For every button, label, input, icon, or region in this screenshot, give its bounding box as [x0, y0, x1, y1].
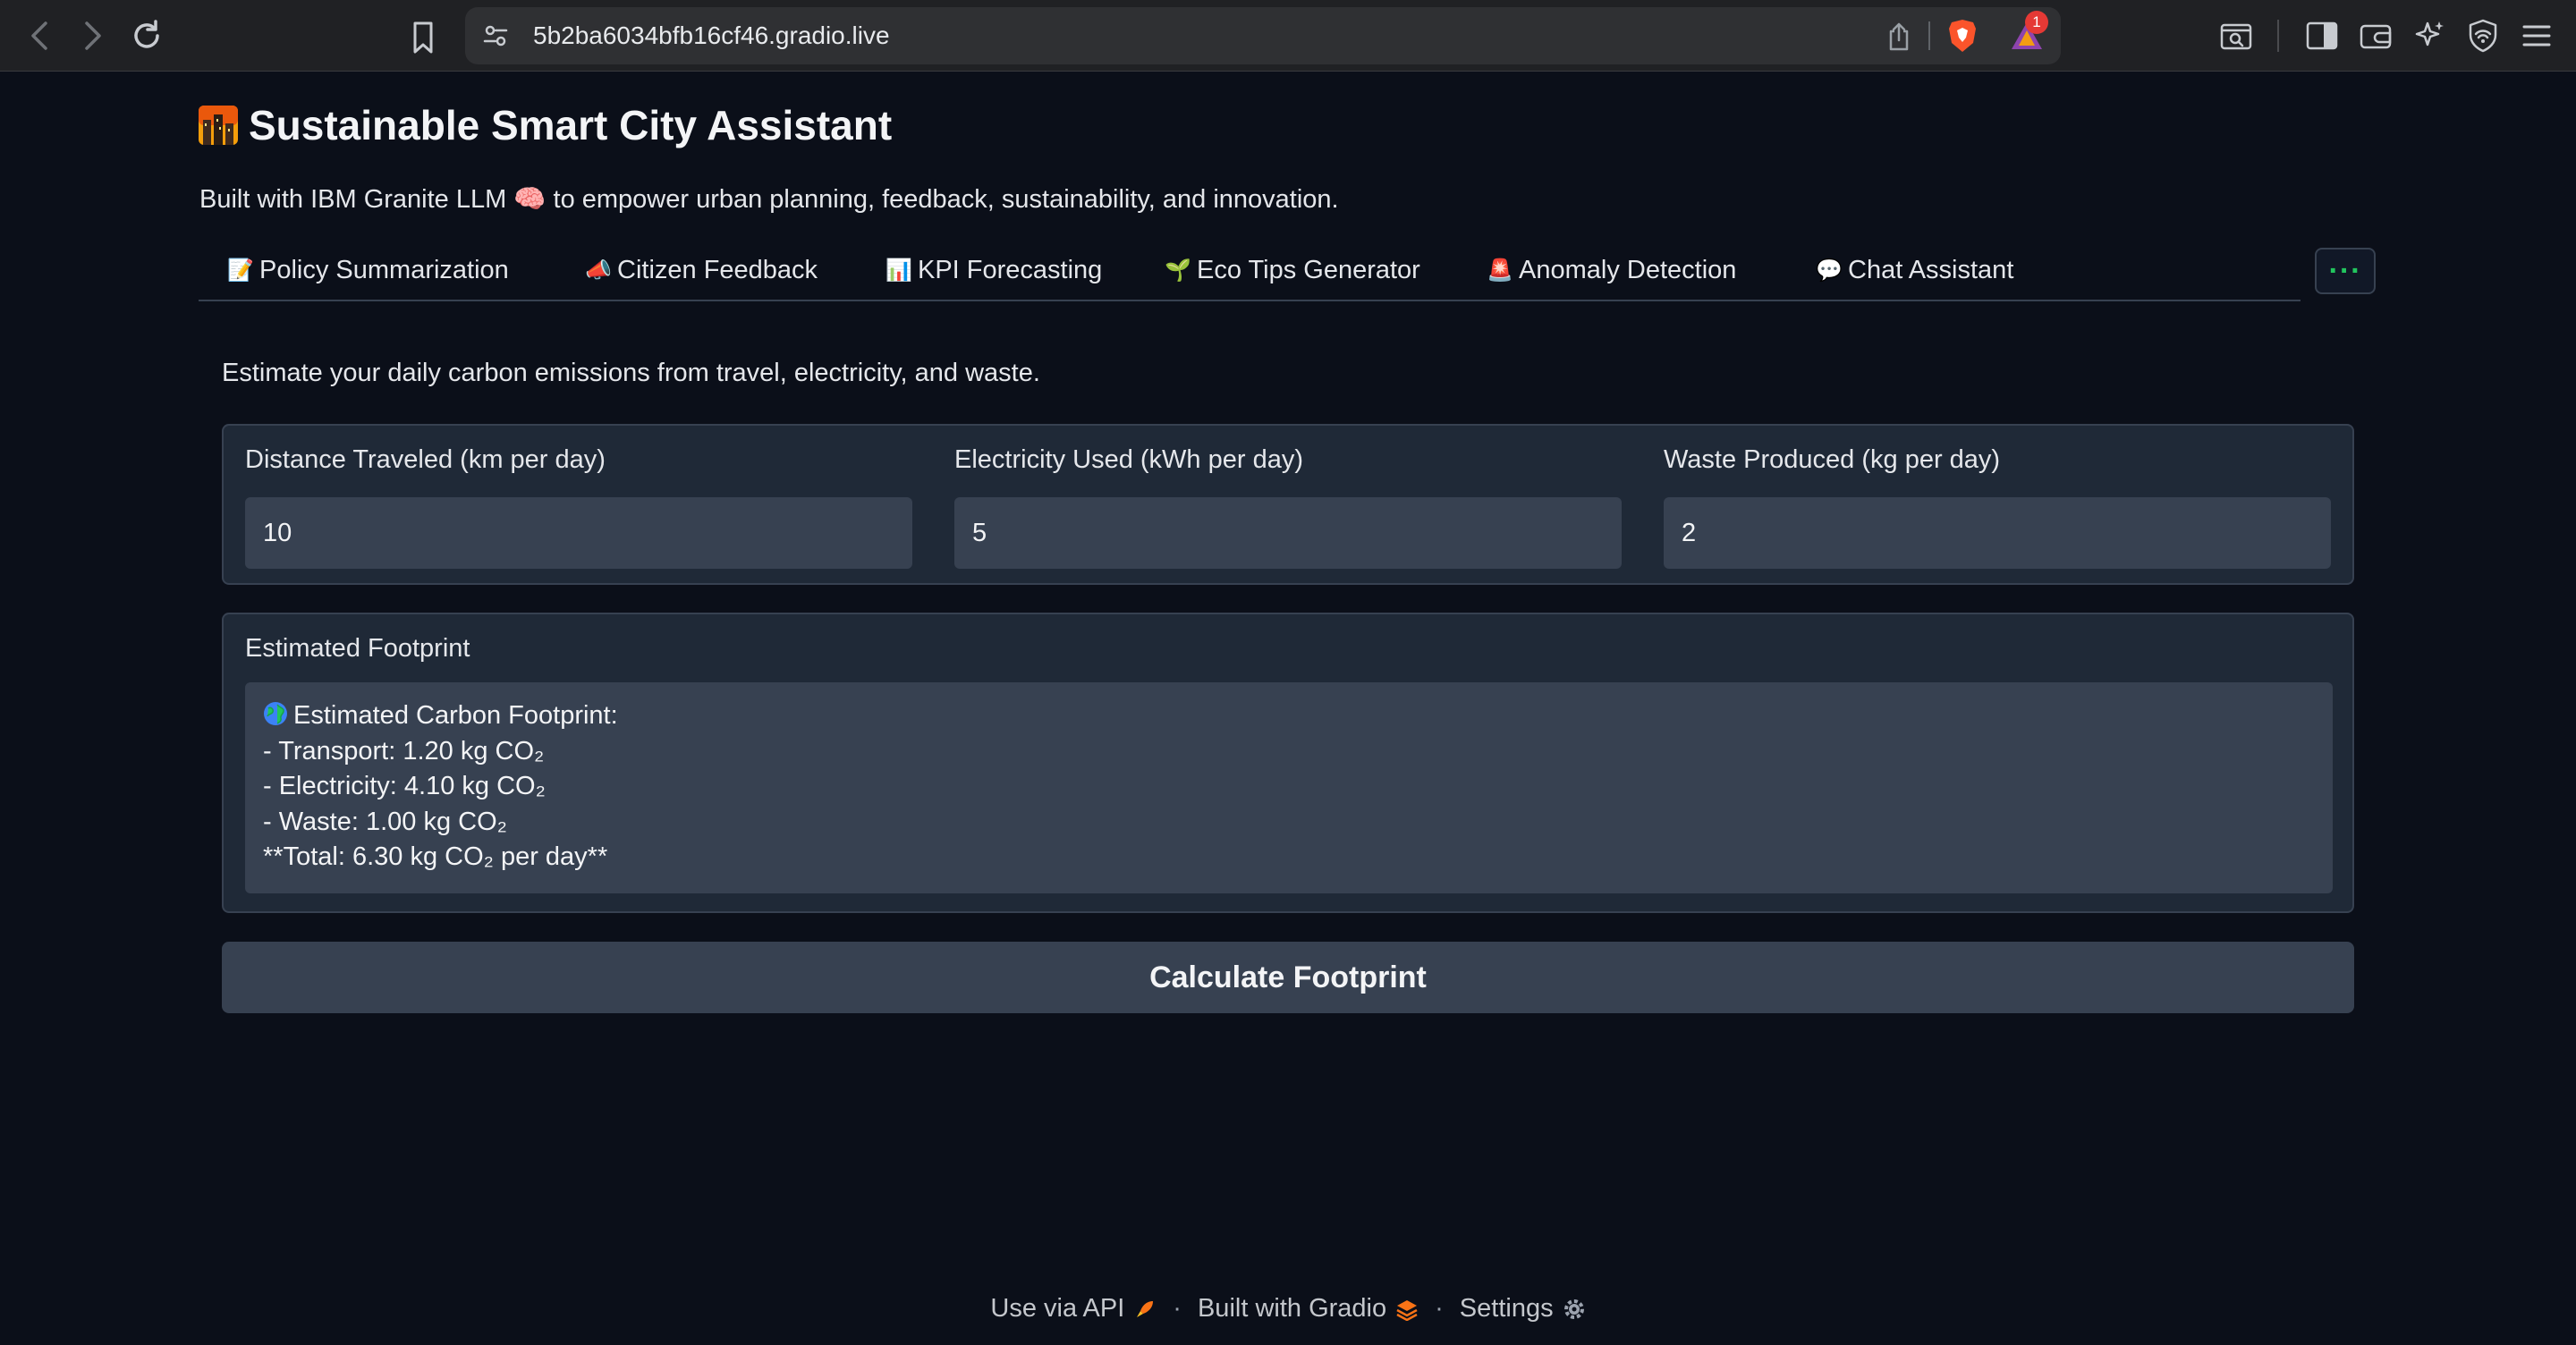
tab-label: Citizen Feedback: [617, 255, 818, 284]
rewards-badge: 1: [2025, 11, 2048, 34]
footer-separator: ·: [1435, 1294, 1444, 1323]
back-icon[interactable]: [20, 16, 59, 55]
tab-label: Eco Tips Generator: [1197, 255, 1420, 284]
menu-icon[interactable]: [2519, 18, 2555, 54]
browser-toolbar: 5b2ba6034bfb16cf46.gradio.live 1: [0, 0, 2576, 72]
toolbar-divider: [2277, 20, 2279, 52]
tab-label: Chat Assistant: [1848, 255, 2014, 284]
footer-settings-label: Settings: [1459, 1294, 1554, 1323]
megaphone-icon: 📣: [585, 258, 612, 283]
footprint-output-panel: Estimated Footprint Estimated Carbon Foo…: [222, 613, 2354, 913]
reader-mode-icon[interactable]: [2218, 18, 2254, 54]
footer-separator: ·: [1173, 1294, 1182, 1323]
built-with-gradio-link[interactable]: Built with Gradio: [1198, 1294, 1419, 1324]
page-title: Sustainable Smart City Assistant: [199, 101, 892, 149]
url-text[interactable]: 5b2ba6034bfb16cf46.gradio.live: [533, 21, 890, 50]
electricity-field: Electricity Used (kWh per day) 5: [954, 442, 1622, 569]
waste-input[interactable]: 2: [1664, 497, 2331, 569]
wallet-icon[interactable]: [2358, 18, 2394, 54]
address-bar-divider: [1928, 21, 1930, 50]
bookmark-icon[interactable]: [407, 20, 439, 55]
output-line: - Waste: 1.00 kg CO₂: [263, 807, 507, 836]
footer-built-label: Built with Gradio: [1197, 1294, 1387, 1323]
calculate-footprint-button[interactable]: Calculate Footprint: [222, 942, 2354, 1013]
brave-shields-icon[interactable]: [1946, 18, 1979, 54]
settings-link[interactable]: Settings: [1460, 1294, 1586, 1324]
bar-chart-icon: 📊: [886, 258, 912, 283]
share-icon[interactable]: [1885, 21, 1912, 52]
tab-bar: 📝 Policy Summarization 📣 Citizen Feedbac…: [199, 242, 2301, 301]
globe-icon: [263, 701, 288, 726]
site-settings-icon[interactable]: [481, 21, 510, 50]
footprint-output-textbox[interactable]: Estimated Carbon Footprint: - Transport:…: [245, 682, 2333, 893]
carbon-inputs-panel: Distance Traveled (km per day) 10 Electr…: [222, 424, 2354, 585]
rocket-icon: [1133, 1298, 1157, 1321]
tab-chat-assistant[interactable]: 💬 Chat Assistant: [1816, 246, 2013, 294]
leo-ai-icon[interactable]: [2411, 18, 2447, 54]
carbon-description: Estimate your daily carbon emissions fro…: [222, 359, 1040, 387]
tab-eco-tips-generator[interactable]: 🌱 Eco Tips Generator: [1165, 246, 1420, 294]
forward-icon[interactable]: [73, 16, 113, 55]
memo-icon: 📝: [227, 258, 254, 283]
electricity-input[interactable]: 5: [954, 497, 1622, 569]
output-heading-line: Estimated Carbon Footprint:: [263, 698, 2315, 734]
distance-input[interactable]: 10: [245, 497, 912, 569]
speech-bubble-icon: 💬: [1816, 258, 1843, 283]
gradio-logo-icon: [1395, 1298, 1419, 1322]
footer-api-label: Use via API: [990, 1294, 1125, 1323]
output-line: - Transport: 1.20 kg CO₂: [263, 736, 545, 766]
gear-icon: [1563, 1298, 1586, 1321]
waste-label: Waste Produced (kg per day): [1664, 445, 2001, 474]
output-line: **Total: 6.30 kg CO₂ per day**: [263, 842, 608, 871]
use-via-api-link[interactable]: Use via API: [990, 1294, 1157, 1324]
tab-citizen-feedback[interactable]: 📣 Citizen Feedback: [585, 246, 818, 294]
cityscape-icon: [199, 106, 238, 145]
tab-kpi-forecasting[interactable]: 📊 KPI Forecasting: [886, 246, 1102, 294]
distance-field: Distance Traveled (km per day) 10: [245, 442, 912, 569]
tab-label: Policy Summarization: [259, 255, 509, 284]
seedling-icon: 🌱: [1165, 258, 1191, 283]
gradio-app: Sustainable Smart City Assistant Built w…: [0, 72, 2576, 1345]
page-title-text: Sustainable Smart City Assistant: [249, 102, 893, 148]
output-line: Estimated Carbon Footprint:: [293, 701, 618, 730]
output-label: Estimated Footprint: [245, 634, 470, 663]
sidebar-icon[interactable]: [2304, 18, 2340, 54]
waste-field: Waste Produced (kg per day) 2: [1664, 442, 2331, 569]
output-line: - Electricity: 4.10 kg CO₂: [263, 772, 546, 800]
tab-policy-summarization[interactable]: 📝 Policy Summarization: [227, 246, 509, 294]
reload-icon[interactable]: [127, 16, 166, 55]
electricity-label: Electricity Used (kWh per day): [954, 445, 1303, 474]
address-bar[interactable]: 5b2ba6034bfb16cf46.gradio.live: [465, 7, 2061, 64]
tab-label: Anomaly Detection: [1519, 255, 1737, 284]
tab-anomaly-detection[interactable]: 🚨 Anomaly Detection: [1487, 246, 1736, 294]
siren-icon: 🚨: [1487, 258, 1513, 283]
distance-label: Distance Traveled (km per day): [245, 445, 606, 474]
page-subtitle: Built with IBM Granite LLM 🧠 to empower …: [199, 185, 1339, 214]
vpn-shield-icon[interactable]: [2465, 18, 2501, 54]
footer: Use via API · Built with Gradio · Settin…: [0, 1294, 2576, 1324]
tab-label: KPI Forecasting: [918, 255, 1103, 284]
more-tabs-button[interactable]: ···: [2315, 248, 2376, 294]
